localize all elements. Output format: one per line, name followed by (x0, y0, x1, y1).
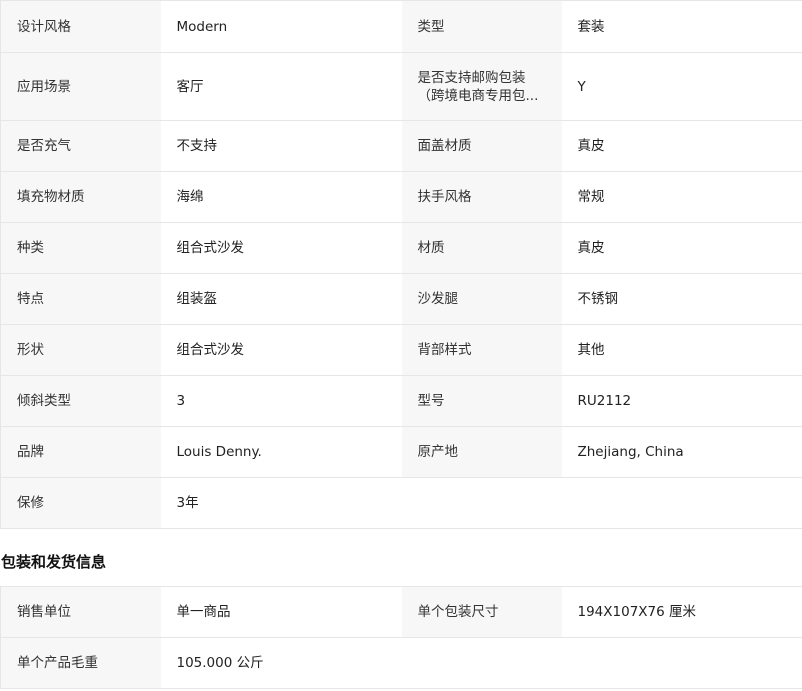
table-row: 设计风格 Modern 类型 套装 (0, 0, 802, 53)
table-row: 种类 组合式沙发 材质 真皮 (0, 222, 802, 274)
table-row: 保修 3年 (0, 477, 802, 529)
spec-value: 单一商品 (160, 586, 402, 638)
spec-key: 种类 (0, 222, 161, 274)
spec-value: 海绵 (160, 171, 402, 223)
spec-key: 填充物材质 (0, 171, 161, 223)
spec-value: 真皮 (561, 222, 802, 274)
packaging-table: 销售单位 单一商品 单个包装尺寸 194X107X76 厘米 单个产品毛重 10… (0, 586, 802, 689)
spec-value: 194X107X76 厘米 (561, 586, 802, 638)
spec-key: 单个产品毛重 (0, 637, 161, 689)
table-row: 应用场景 客厅 是否支持邮购包装（跨境电商专用包... Y (0, 52, 802, 121)
specs-table: 设计风格 Modern 类型 套装 应用场景 客厅 是否支持邮购包装（跨境电商专… (0, 0, 802, 529)
spec-key: 倾斜类型 (0, 375, 161, 427)
table-row: 销售单位 单一商品 单个包装尺寸 194X107X76 厘米 (0, 586, 802, 638)
spec-key: 面盖材质 (401, 120, 562, 172)
spec-key: 单个包装尺寸 (401, 586, 562, 638)
table-row: 倾斜类型 3 型号 RU2112 (0, 375, 802, 427)
spec-key: 销售单位 (0, 586, 161, 638)
table-row: 形状 组合式沙发 背部样式 其他 (0, 324, 802, 376)
spec-key: 扶手风格 (401, 171, 562, 223)
spec-key: 材质 (401, 222, 562, 274)
spec-key-text: 是否支持邮购包装（跨境电商专用包... (417, 69, 539, 104)
spec-value: 组合式沙发 (160, 222, 402, 274)
spec-value: Zhejiang, China (561, 426, 802, 478)
spec-value: 3年 (160, 477, 402, 529)
spec-value: 常规 (561, 171, 802, 223)
spec-value: 3 (160, 375, 402, 427)
spec-key: 背部样式 (401, 324, 562, 376)
spec-key: 是否充气 (0, 120, 161, 172)
spec-value: 不支持 (160, 120, 402, 172)
spec-value: RU2112 (561, 375, 802, 427)
spec-key: 保修 (0, 477, 161, 529)
spec-value: 套装 (561, 0, 802, 53)
spec-key: 品牌 (0, 426, 161, 478)
spec-key: 型号 (401, 375, 562, 427)
table-row: 单个产品毛重 105.000 公斤 (0, 637, 802, 689)
spec-value: 真皮 (561, 120, 802, 172)
spec-value: 客厅 (160, 52, 402, 121)
table-row: 品牌 Louis Denny. 原产地 Zhejiang, China (0, 426, 802, 478)
empty-cell (401, 477, 802, 529)
spec-key: 特点 (0, 273, 161, 325)
spec-value: 组装盔 (160, 273, 402, 325)
table-row: 特点 组装盔 沙发腿 不锈钢 (0, 273, 802, 325)
spec-key: 形状 (0, 324, 161, 376)
spec-key: 是否支持邮购包装（跨境电商专用包... (401, 52, 562, 121)
spec-value: 105.000 公斤 (160, 637, 402, 689)
spec-key: 沙发腿 (401, 273, 562, 325)
spec-value: 不锈钢 (561, 273, 802, 325)
spec-value: Y (561, 52, 802, 121)
spec-key: 应用场景 (0, 52, 161, 121)
table-row: 是否充气 不支持 面盖材质 真皮 (0, 120, 802, 172)
spec-value: 其他 (561, 324, 802, 376)
spec-key: 类型 (401, 0, 562, 53)
section-title-packaging: 包装和发货信息 (1, 553, 107, 571)
spec-value: Modern (160, 0, 402, 53)
spec-value: Louis Denny. (160, 426, 402, 478)
table-row: 填充物材质 海绵 扶手风格 常规 (0, 171, 802, 223)
spec-value: 组合式沙发 (160, 324, 402, 376)
empty-cell (401, 637, 802, 689)
spec-key: 设计风格 (0, 0, 161, 53)
spec-key: 原产地 (401, 426, 562, 478)
